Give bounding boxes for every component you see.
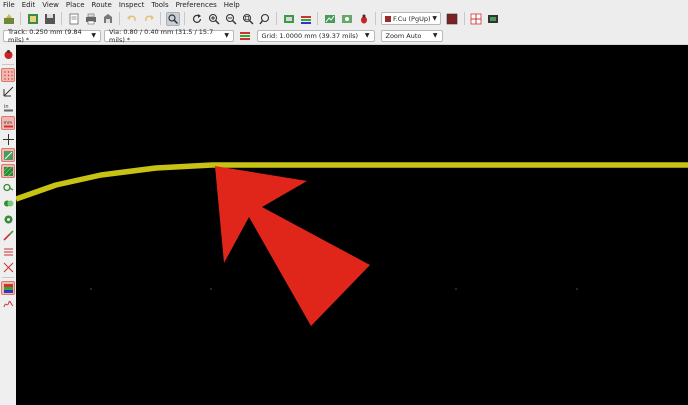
menu-inspect[interactable]: Inspect xyxy=(116,0,149,10)
netlist-icon[interactable] xyxy=(282,12,296,26)
grid-value: Grid: 1.0000 mm (39.37 mils) xyxy=(261,31,359,40)
track-width-select[interactable]: Track: 0.250 mm (9.84 mils) * ▼ xyxy=(3,27,101,44)
pcb-canvas[interactable] xyxy=(16,45,688,405)
svg-text:in: in xyxy=(4,104,9,110)
ratsnest-icon[interactable] xyxy=(1,148,15,162)
left-toolbar: in mm xyxy=(0,44,16,405)
track-mode-icon[interactable] xyxy=(238,29,252,43)
zoom-selection-icon[interactable] xyxy=(258,12,272,26)
toolbar-separator xyxy=(375,12,376,25)
menu-bar: File Edit View Place Route Inspect Tools… xyxy=(0,0,688,10)
options-toolbar: Track: 0.250 mm (9.84 mils) * ▼ Via: 0.8… xyxy=(0,27,688,45)
zoom-out-icon[interactable] xyxy=(224,12,238,26)
plot-icon[interactable] xyxy=(101,12,115,26)
toolbar-separator xyxy=(61,12,62,25)
print-icon[interactable] xyxy=(84,12,98,26)
net-color-icon[interactable] xyxy=(1,244,15,258)
via-outline-icon[interactable] xyxy=(1,196,15,210)
zone-fill-icon[interactable] xyxy=(1,164,15,178)
toolbar-separator xyxy=(20,12,21,25)
grid-toggle-icon[interactable] xyxy=(1,68,15,82)
chevron-down-icon: ▼ xyxy=(432,15,437,22)
toolbar-separator xyxy=(119,12,120,25)
units-mm-icon[interactable]: mm xyxy=(1,116,15,130)
toolbar-separator xyxy=(160,12,161,25)
menu-edit[interactable]: Edit xyxy=(19,0,40,10)
redo-icon[interactable] xyxy=(142,12,156,26)
via-size-value: Via: 0.80 / 0.40 mm (31.5 / 15.7 mils) * xyxy=(109,27,214,44)
inspect-icon[interactable] xyxy=(340,12,354,26)
layer-pair-icon[interactable] xyxy=(445,12,459,26)
track-outline-icon[interactable] xyxy=(1,212,15,226)
toolbar-separator xyxy=(317,12,318,25)
toolbar-separator xyxy=(184,12,185,25)
svg-text:mm: mm xyxy=(3,121,12,126)
annotation-arrow-icon xyxy=(215,166,370,326)
drc-icon[interactable] xyxy=(323,12,337,26)
layer-color-swatch xyxy=(385,15,391,22)
drc-marker-icon[interactable] xyxy=(1,47,15,61)
update-pcb-icon[interactable] xyxy=(299,12,313,26)
layers-manager-icon[interactable] xyxy=(1,281,15,295)
layer-selector-value: F.Cu (PgUp) xyxy=(393,14,431,23)
zoom-value: Zoom Auto xyxy=(385,31,422,40)
toolbar-separator xyxy=(463,12,465,25)
units-inch-icon[interactable]: in xyxy=(1,100,15,114)
menu-tools[interactable]: Tools xyxy=(148,0,172,10)
menu-help[interactable]: Help xyxy=(221,0,244,10)
menu-file[interactable]: File xyxy=(0,0,19,10)
save-icon[interactable] xyxy=(43,12,57,26)
board-setup-icon[interactable] xyxy=(2,12,16,26)
page-settings-icon[interactable] xyxy=(67,12,81,26)
bug-icon[interactable] xyxy=(357,12,371,26)
library-icon[interactable] xyxy=(26,12,40,26)
zoom-in-icon[interactable] xyxy=(207,12,221,26)
zoom-select[interactable]: Zoom Auto ▼ xyxy=(380,29,443,42)
3d-viewer-icon[interactable] xyxy=(486,12,500,26)
toolbar-separator xyxy=(276,12,277,25)
undo-icon[interactable] xyxy=(125,12,139,26)
track-width-value: Track: 0.250 mm (9.84 mils) * xyxy=(8,27,82,44)
ratsnest-curve-icon[interactable] xyxy=(1,260,15,274)
menu-preferences[interactable]: Preferences xyxy=(173,0,221,10)
via-size-select[interactable]: Via: 0.80 / 0.40 mm (31.5 / 15.7 mils) *… xyxy=(104,27,234,44)
microwave-tools-icon[interactable] xyxy=(1,297,15,311)
chevron-down-icon: ▼ xyxy=(224,32,229,39)
toolbar-separator xyxy=(2,64,14,65)
scripting-icon[interactable] xyxy=(469,12,483,26)
zoom-fit-icon[interactable] xyxy=(241,12,255,26)
toolbar-separator xyxy=(2,277,14,278)
grid-select[interactable]: Grid: 1.0000 mm (39.37 mils) ▼ xyxy=(256,29,375,42)
refresh-icon[interactable] xyxy=(190,12,204,26)
menu-view[interactable]: View xyxy=(39,0,63,10)
pad-outline-icon[interactable] xyxy=(1,180,15,194)
menu-route[interactable]: Route xyxy=(89,0,116,10)
layer-selector[interactable]: F.Cu (PgUp) ▼ xyxy=(381,12,441,25)
chevron-down-icon: ▼ xyxy=(432,32,438,39)
chevron-down-icon: ▼ xyxy=(364,32,370,39)
copper-track[interactable] xyxy=(16,162,688,202)
cursor-shape-icon[interactable] xyxy=(1,132,15,146)
chevron-down-icon: ▼ xyxy=(91,32,96,39)
polar-coords-icon[interactable] xyxy=(1,84,15,98)
high-contrast-icon[interactable] xyxy=(1,228,15,242)
find-icon[interactable] xyxy=(165,11,180,26)
main-toolbar: F.Cu (PgUp) ▼ xyxy=(0,10,688,27)
menu-place[interactable]: Place xyxy=(63,0,89,10)
